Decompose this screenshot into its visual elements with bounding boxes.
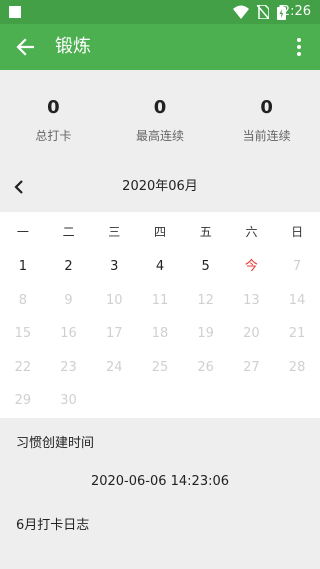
calendar-day[interactable]: 17 xyxy=(91,317,137,351)
calendar-day[interactable]: 23 xyxy=(46,351,92,385)
status-time: 2:26 xyxy=(281,4,311,19)
weekday-label: 三 xyxy=(108,224,121,239)
calendar-day[interactable]: 20 xyxy=(229,317,275,351)
back-button[interactable] xyxy=(10,32,40,62)
calendar-day[interactable]: 7 xyxy=(274,250,320,284)
calendar-day[interactable]: 26 xyxy=(183,351,229,385)
stat-value: 0 xyxy=(260,97,273,118)
no-sim-icon xyxy=(257,5,269,19)
calendar-day[interactable]: 1 xyxy=(0,250,46,284)
wifi-icon xyxy=(233,5,249,19)
calendar-day[interactable]: 10 xyxy=(91,284,137,318)
calendar-day[interactable]: 8 xyxy=(0,284,46,318)
calendar-day[interactable]: 18 xyxy=(137,317,183,351)
app-bar: 锻炼 xyxy=(0,24,320,70)
stat-value: 0 xyxy=(153,97,167,118)
calendar-day[interactable]: 3 xyxy=(91,250,137,284)
calendar: 一 二 三 四 五 六 日 1 2 3 4 5 今 7 8 9 10 11 12 13 14 15 16 17 1… xyxy=(0,212,320,418)
calendar-day[interactable]: 11 xyxy=(137,284,183,318)
stat-longest-streak: 0 最高连续 xyxy=(107,95,214,155)
previous-month-button[interactable] xyxy=(8,174,30,200)
calendar-day[interactable]: 28 xyxy=(274,351,320,385)
day-grid: 1 2 3 4 5 今 7 8 9 10 11 12 13 14 15 16 17 18 19 20 21 22 23 24 2… xyxy=(0,250,320,418)
weekday-label: 五 xyxy=(199,224,212,239)
stat-total-checkins: 0 总打卡 xyxy=(0,95,107,155)
calendar-day[interactable]: 21 xyxy=(274,317,320,351)
stat-value: 0 xyxy=(47,97,60,118)
calendar-day[interactable]: 27 xyxy=(229,351,275,385)
stat-label: 总打卡 xyxy=(35,129,72,143)
calendar-day-today[interactable]: 今 xyxy=(229,250,275,284)
calendar-day[interactable]: 5 xyxy=(183,250,229,284)
habit-created-time: 2020-06-06 14:23:06 xyxy=(90,474,230,489)
weekday-label: 日 xyxy=(291,224,304,239)
weekday-label: 四 xyxy=(154,224,167,239)
chevron-left-icon xyxy=(14,180,23,194)
calendar-day[interactable]: 9 xyxy=(46,284,92,318)
stat-label: 最高连续 xyxy=(136,129,185,143)
habit-created-label: 习惯创建时间 xyxy=(16,436,95,451)
weekday-header: 一 二 三 四 五 六 日 xyxy=(0,212,320,250)
arrow-back-icon xyxy=(16,38,34,56)
page-title: 锻炼 xyxy=(55,36,91,57)
calendar-day[interactable]: 13 xyxy=(229,284,275,318)
weekday-label: 二 xyxy=(62,224,75,239)
weekday-label: 一 xyxy=(16,224,29,239)
month-navigation: 2020年06月 xyxy=(0,172,320,202)
calendar-day[interactable]: 15 xyxy=(0,317,46,351)
calendar-day[interactable]: 2 xyxy=(46,250,92,284)
calendar-day[interactable]: 29 xyxy=(0,384,46,418)
monthly-log-label: 6月打卡日志 xyxy=(16,518,90,533)
stat-current-streak: 0 当前连续 xyxy=(213,95,320,155)
status-bar: 2:26 xyxy=(0,0,320,24)
month-title: 2020年06月 xyxy=(122,179,198,194)
more-options-button[interactable] xyxy=(284,32,314,62)
weekday-label: 六 xyxy=(245,224,258,239)
calendar-day[interactable]: 16 xyxy=(46,317,92,351)
calendar-day[interactable]: 24 xyxy=(91,351,137,385)
calendar-day[interactable]: 25 xyxy=(137,351,183,385)
notification-icon xyxy=(9,6,21,18)
stats-summary: 0 总打卡 0 最高连续 0 当前连续 xyxy=(0,95,320,155)
calendar-day[interactable]: 4 xyxy=(137,250,183,284)
stat-label: 当前连续 xyxy=(242,129,291,143)
calendar-day[interactable]: 22 xyxy=(0,351,46,385)
more-vert-icon xyxy=(297,38,301,42)
calendar-day[interactable]: 19 xyxy=(183,317,229,351)
calendar-day[interactable]: 30 xyxy=(46,384,92,418)
calendar-day[interactable]: 14 xyxy=(274,284,320,318)
calendar-day[interactable]: 12 xyxy=(183,284,229,318)
